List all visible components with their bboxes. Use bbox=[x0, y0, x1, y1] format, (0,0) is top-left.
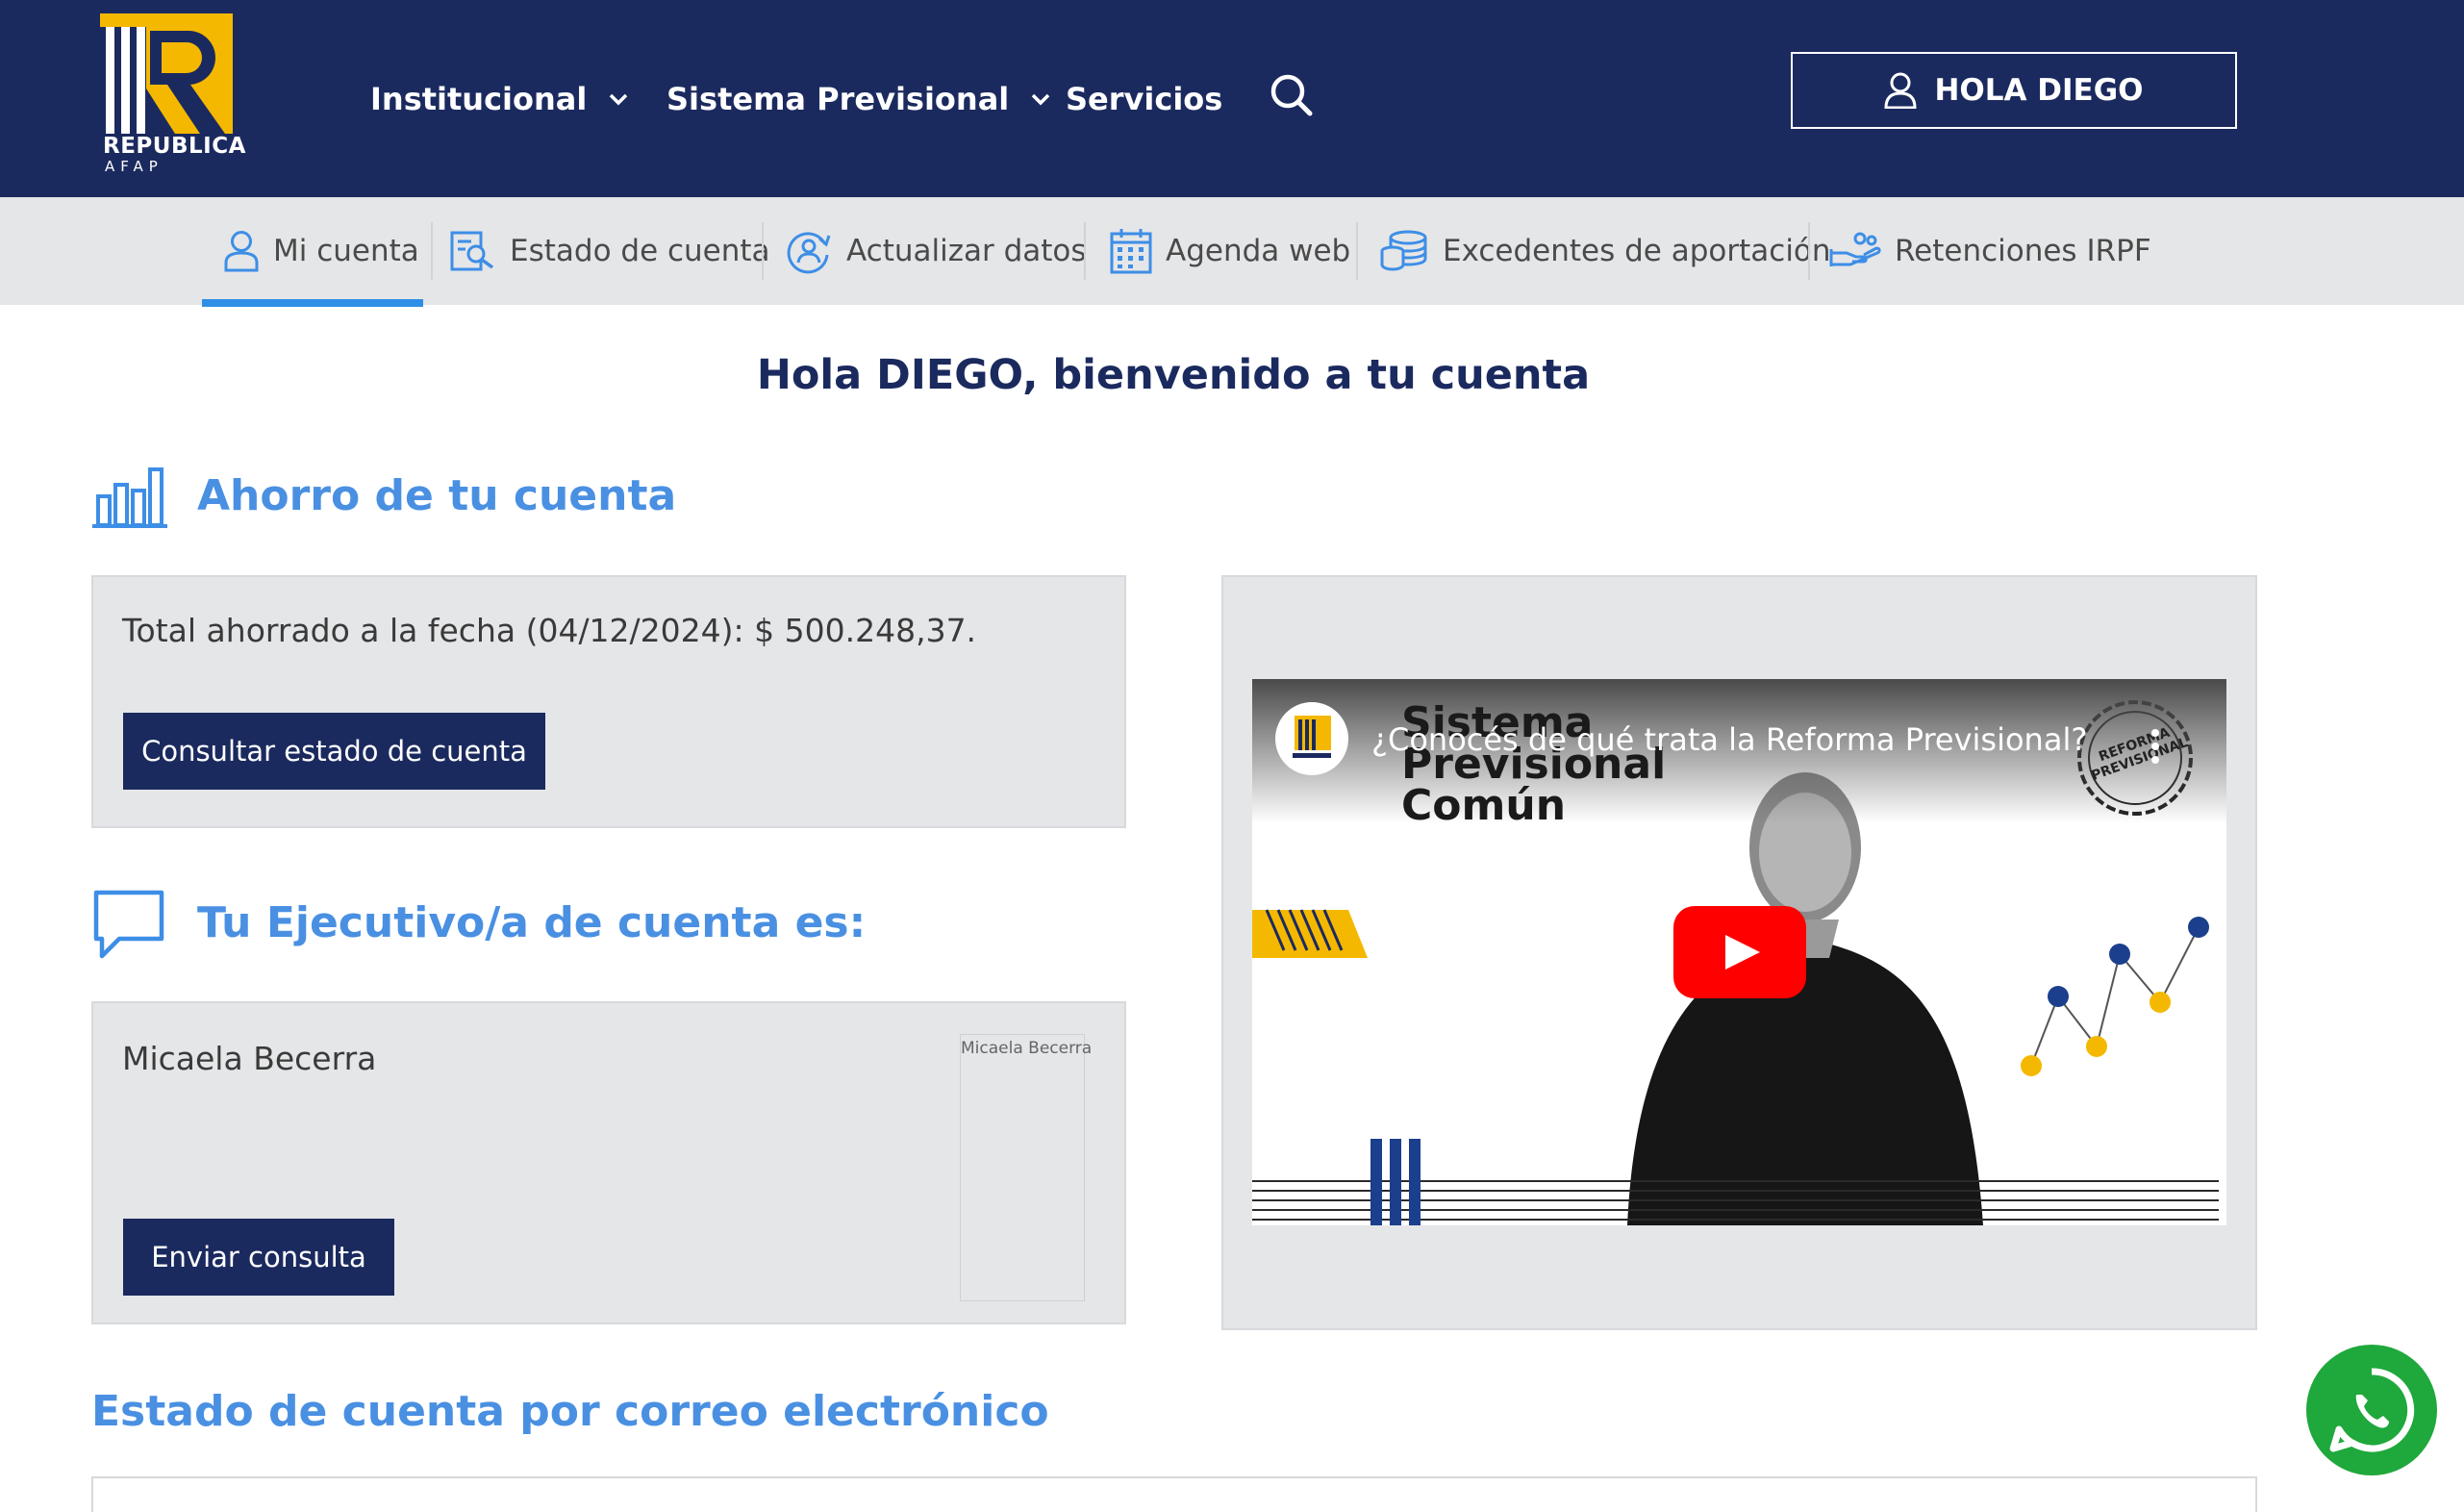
video-title[interactable]: ¿Conocés de qué trata la Reforma Previsi… bbox=[1371, 721, 2087, 758]
user-icon bbox=[1884, 72, 1917, 109]
executive-photo: Micaela Becerra bbox=[960, 1034, 1093, 1301]
nav-sistema-previsional-label: Sistema Previsional bbox=[666, 81, 1010, 117]
coins-icon bbox=[1380, 230, 1427, 271]
subnav-excedentes[interactable]: Excedentes de aportación bbox=[1379, 197, 1831, 305]
savings-card: Total ahorrado a la fecha (04/12/2024): … bbox=[91, 575, 1126, 828]
play-button-icon[interactable] bbox=[1673, 906, 1806, 998]
subnav-retenciones-irpf[interactable]: Retenciones IRPF bbox=[1829, 197, 2151, 305]
nav-servicios[interactable]: Servicios bbox=[1066, 75, 1222, 123]
whatsapp-button[interactable] bbox=[2306, 1345, 2437, 1475]
subnav-estado-de-cuenta-label: Estado de cuenta bbox=[510, 234, 770, 268]
user-greeting-label: HOLA DIEGO bbox=[1934, 73, 2144, 108]
chat-bubble-icon bbox=[93, 890, 164, 959]
whatsapp-icon bbox=[2329, 1368, 2415, 1452]
nav-sistema-previsional[interactable]: Sistema Previsional bbox=[666, 75, 1051, 123]
user-icon bbox=[224, 231, 259, 272]
calendar-icon bbox=[1110, 229, 1152, 274]
subnav-mi-cuenta-label: Mi cuenta bbox=[273, 234, 419, 268]
consultar-estado-button[interactable]: Consultar estado de cuenta bbox=[123, 713, 545, 790]
subnav-divider bbox=[1808, 222, 1810, 280]
active-tab-indicator bbox=[202, 299, 423, 307]
savings-total-text: Total ahorrado a la fecha (04/12/2024): … bbox=[122, 612, 977, 649]
chevron-down-icon bbox=[610, 93, 628, 106]
welcome-heading: Hola DIEGO, bienvenido a tu cuenta bbox=[756, 351, 1591, 399]
top-header: REPUBLICA AFAP Institucional Sistema Pre… bbox=[0, 0, 2464, 197]
subnav-divider bbox=[1356, 222, 1358, 280]
user-account-button[interactable]: HOLA DIEGO bbox=[1791, 52, 2237, 129]
subnav-retenciones-irpf-label: Retenciones IRPF bbox=[1895, 234, 2151, 268]
executive-section-title: Tu Ejecutivo/a de cuenta es: bbox=[197, 898, 867, 947]
subnav-actualizar-datos-label: Actualizar datos bbox=[846, 234, 1087, 268]
hand-coins-icon bbox=[1829, 232, 1881, 266]
nav-servicios-label: Servicios bbox=[1066, 81, 1223, 117]
logo-subtitle: AFAP bbox=[105, 158, 163, 175]
document-search-icon bbox=[450, 231, 494, 271]
subnav-agenda-web[interactable]: Agenda web bbox=[1110, 197, 1350, 305]
subnav-divider bbox=[1084, 222, 1086, 280]
email-section-card bbox=[91, 1476, 2257, 1512]
nav-institucional-label: Institucional bbox=[370, 81, 588, 117]
subnav-divider bbox=[431, 222, 433, 280]
subnav-estado-de-cuenta[interactable]: Estado de cuenta bbox=[450, 197, 770, 305]
more-options-icon[interactable] bbox=[2150, 727, 2160, 766]
nav-institucional[interactable]: Institucional bbox=[370, 75, 629, 123]
youtube-video-player[interactable]: Sistema Previsional Común REFORMA PREVIS… bbox=[1252, 679, 2226, 1225]
subnav-agenda-web-label: Agenda web bbox=[1166, 234, 1351, 268]
search-button[interactable] bbox=[1268, 71, 1316, 119]
account-subnav: Mi cuenta Estado de cuenta Actualizar da… bbox=[0, 197, 2464, 305]
executive-photo-alt: Micaela Becerra bbox=[961, 1039, 1093, 1058]
user-refresh-icon bbox=[787, 232, 831, 274]
savings-section-title: Ahorro de tu cuenta bbox=[197, 471, 677, 520]
enviar-consulta-button[interactable]: Enviar consulta bbox=[123, 1219, 394, 1296]
subnav-actualizar-datos[interactable]: Actualizar datos bbox=[785, 197, 1087, 305]
subnav-excedentes-label: Excedentes de aportación bbox=[1443, 234, 1831, 268]
republica-afap-logo[interactable]: REPUBLICA AFAP bbox=[100, 13, 245, 175]
search-icon bbox=[1270, 74, 1313, 116]
channel-avatar[interactable] bbox=[1275, 702, 1348, 775]
logo-wordmark: REPUBLICA bbox=[103, 134, 246, 159]
republica-afap-logo bbox=[1293, 716, 1331, 758]
executive-name: Micaela Becerra bbox=[122, 1040, 377, 1077]
bar-chart-icon bbox=[92, 467, 167, 528]
video-heading-line-3: Común bbox=[1401, 781, 1567, 830]
chevron-down-icon bbox=[1032, 93, 1050, 106]
subnav-mi-cuenta[interactable]: Mi cuenta bbox=[223, 197, 419, 305]
email-section-title: Estado de cuenta por correo electrónico bbox=[91, 1387, 1049, 1436]
subnav-divider bbox=[762, 222, 764, 280]
